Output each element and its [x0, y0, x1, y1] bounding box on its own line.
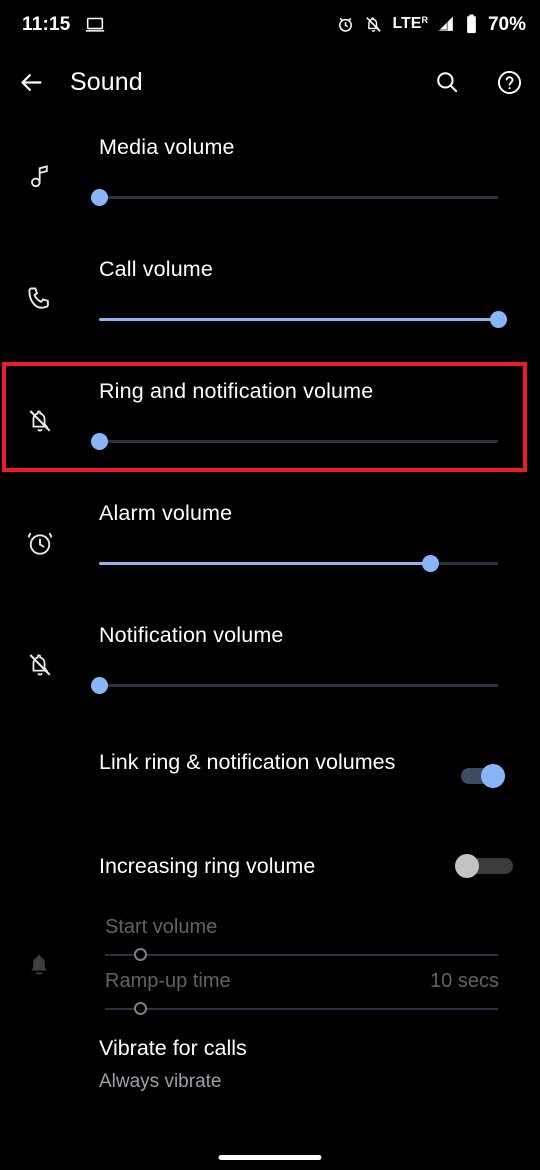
notifications-off-icon	[364, 15, 383, 34]
setting-label: Alarm volume	[99, 501, 233, 525]
slider-fill	[99, 562, 431, 565]
slider-track	[105, 954, 498, 956]
setting-row-ring-and-notification-volume[interactable]: Ring and notification volume	[0, 360, 540, 482]
app-bar: Sound	[0, 48, 540, 116]
setting-row-notification-volume[interactable]: Notification volume	[0, 604, 540, 726]
back-arrow-icon	[18, 69, 45, 96]
network-type-label: LTE R	[392, 15, 428, 32]
setting-label: Vibrate for calls	[99, 1036, 247, 1060]
signal-icon	[437, 15, 456, 34]
increasing-ring-volume-toggle[interactable]	[455, 850, 513, 882]
notification-volume-slider[interactable]	[90, 675, 498, 695]
search-icon	[434, 69, 460, 95]
battery-percentage: 70%	[487, 13, 526, 35]
status-left-icons	[84, 13, 106, 35]
setting-row-vibrate-for-calls[interactable]: Vibrate for calls Always vibrate	[0, 1024, 540, 1120]
setting-label: Notification volume	[99, 623, 284, 647]
phone-icon	[22, 281, 58, 317]
back-button[interactable]	[0, 69, 62, 96]
start-volume-slider	[105, 948, 498, 962]
setting-row-media-volume[interactable]: Media volume	[0, 116, 540, 238]
alarm-clock-icon	[22, 525, 58, 561]
status-clock: 11:15	[22, 13, 71, 35]
slider-thumb[interactable]	[421, 554, 439, 572]
setting-row-increasing-ring-volume[interactable]: Increasing ring volume	[0, 826, 540, 906]
laptop-cast-icon	[84, 13, 106, 35]
bell-off-icon	[22, 647, 58, 683]
setting-label: Call volume	[99, 257, 213, 281]
status-right-icons: LTE R 70%	[336, 14, 526, 34]
slider-fill	[99, 318, 498, 321]
setting-label: Ring and notification volume	[99, 379, 374, 403]
ramp-up-time-label: Ramp-up time	[105, 970, 231, 992]
toggle-knob	[455, 854, 479, 878]
setting-row-call-volume[interactable]: Call volume	[0, 238, 540, 360]
alarm-volume-slider[interactable]	[99, 553, 498, 573]
slider-thumb[interactable]	[90, 676, 108, 694]
search-button[interactable]	[416, 69, 478, 95]
music-note-icon	[22, 159, 58, 195]
ramp-up-time-value: 10 secs	[430, 970, 499, 992]
toggle-knob	[481, 764, 505, 788]
slider-thumb[interactable]	[90, 432, 108, 450]
setting-label: Link ring & notification volumes	[99, 750, 396, 774]
alarm-icon	[336, 15, 355, 34]
setting-sublabel: Always vibrate	[99, 1071, 222, 1092]
sound-settings-list: Media volume Call volume Ring and notifi…	[0, 116, 540, 1120]
media-volume-slider[interactable]	[90, 187, 498, 207]
slider-track	[99, 196, 498, 199]
setting-row-link-ring-notification-volumes[interactable]: Link ring & notification volumes	[0, 726, 540, 826]
slider-thumb	[133, 948, 147, 961]
link-ring-notification-toggle[interactable]	[455, 760, 507, 792]
slider-track	[99, 440, 498, 443]
ring-and-notification-volume-slider[interactable]	[90, 431, 498, 451]
slider-thumb[interactable]	[489, 310, 507, 328]
setting-row-alarm-volume[interactable]: Alarm volume	[0, 482, 540, 604]
ramp-up-time-slider	[105, 1002, 498, 1016]
increasing-ring-volume-settings: Start volume Ramp-up time 10 secs	[0, 906, 540, 1024]
battery-icon	[465, 14, 478, 34]
slider-thumb[interactable]	[90, 188, 108, 206]
status-bar: 11:15 LTE R 70%	[0, 0, 540, 48]
roaming-indicator: R	[421, 15, 428, 25]
slider-track	[105, 1008, 498, 1010]
start-volume-label: Start volume	[105, 916, 218, 938]
help-icon	[496, 69, 523, 96]
call-volume-slider[interactable]	[99, 309, 507, 329]
slider-thumb	[133, 1002, 147, 1015]
home-gesture-bar[interactable]	[218, 1155, 322, 1160]
help-button[interactable]	[478, 69, 540, 96]
bell-icon	[22, 948, 56, 982]
setting-label: Increasing ring volume	[99, 854, 316, 878]
bell-off-icon	[22, 403, 58, 439]
slider-track	[99, 684, 498, 687]
page-title: Sound	[70, 67, 143, 96]
setting-label: Media volume	[99, 135, 235, 159]
